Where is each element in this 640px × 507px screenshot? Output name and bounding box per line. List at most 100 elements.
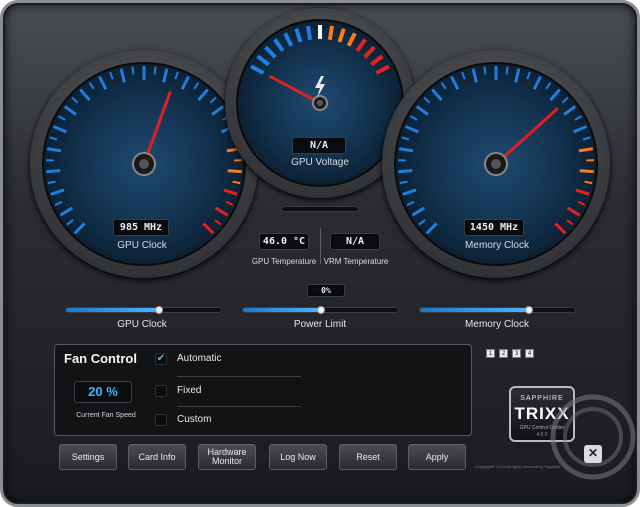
gauge-tick bbox=[46, 147, 62, 153]
gauge-tick bbox=[415, 105, 429, 116]
gauge-tick bbox=[398, 169, 413, 174]
gauge-tick bbox=[327, 25, 334, 41]
gauge-tick bbox=[131, 66, 135, 75]
gpu-temperature-label: GPU Temperature bbox=[251, 257, 317, 266]
gauge-tick bbox=[461, 71, 466, 80]
gauge-tick bbox=[579, 169, 594, 174]
gauge-tick bbox=[153, 66, 157, 75]
gpu-voltage-label: GPU Voltage bbox=[291, 157, 349, 168]
gpu-clock-slider[interactable] bbox=[65, 306, 222, 314]
fan-option-fixed[interactable]: Fixed bbox=[155, 383, 305, 401]
gauge-tick bbox=[399, 180, 408, 185]
gauge-tick bbox=[398, 147, 414, 153]
gauge-tick bbox=[577, 200, 586, 206]
close-button[interactable]: ✕ bbox=[584, 445, 602, 463]
gauge-tick bbox=[561, 96, 569, 104]
gauge-tick bbox=[98, 76, 108, 90]
gauge-tick bbox=[54, 200, 63, 206]
hardware-monitor-button[interactable]: Hardware Monitor bbox=[198, 444, 256, 470]
gauge-tick bbox=[337, 28, 346, 43]
gauge-tick bbox=[119, 68, 126, 83]
gauge-tick bbox=[355, 38, 367, 53]
gauge-tick bbox=[483, 66, 487, 75]
gpu-clock-slider-thumb[interactable] bbox=[155, 306, 163, 314]
gauge-tick bbox=[47, 180, 56, 185]
fan-option-divider bbox=[177, 406, 301, 407]
gauge-tick bbox=[294, 28, 303, 43]
gauge-tick bbox=[180, 76, 190, 90]
gauge-tick bbox=[418, 219, 426, 226]
power-limit-slider-fill bbox=[243, 308, 321, 312]
apply-button[interactable]: Apply bbox=[408, 444, 466, 470]
automatic-checkbox[interactable]: ✔ bbox=[155, 353, 167, 365]
gauge-tick bbox=[250, 64, 265, 75]
gauge-tick bbox=[71, 96, 79, 104]
gauge-tick bbox=[214, 206, 229, 217]
gauge-tick bbox=[574, 115, 582, 121]
gauge-tick bbox=[582, 136, 591, 141]
gauge-tick bbox=[563, 105, 577, 116]
gauge-tick bbox=[566, 219, 574, 226]
gauge-tick bbox=[49, 136, 58, 141]
reset-button[interactable]: Reset bbox=[339, 444, 397, 470]
gauge-tick bbox=[193, 81, 200, 90]
power-limit-readout: 0% bbox=[307, 284, 345, 297]
memory-clock-slider[interactable] bbox=[419, 306, 576, 314]
gpu-clock-readout: 985 MHz bbox=[113, 219, 169, 236]
vrm-temperature-label: VRM Temperature bbox=[323, 257, 389, 266]
hardware-monitor-label-line2: Monitor bbox=[211, 456, 242, 466]
gpu-temperature-readout: 46.0 °C bbox=[259, 233, 309, 250]
gauge-tick bbox=[402, 188, 417, 196]
gauge-tick bbox=[174, 71, 179, 80]
gauge-tick bbox=[554, 222, 567, 235]
fan-control-panel: Fan Control 20 % Current Fan Speed ✔ Aut… bbox=[54, 344, 472, 436]
power-limit-slider-label: Power Limit bbox=[293, 319, 347, 330]
vrm-temperature-readout: N/A bbox=[330, 233, 380, 250]
gauge-tick bbox=[109, 71, 114, 80]
gauge-tick bbox=[423, 96, 431, 104]
profile-1-button[interactable]: 1 bbox=[486, 349, 495, 358]
gpu-clock-gauge-label: GPU Clock bbox=[117, 240, 167, 251]
gauge-tick bbox=[411, 206, 426, 217]
memory-clock-gauge-label: Memory Clock bbox=[465, 240, 529, 251]
power-limit-slider[interactable] bbox=[242, 306, 399, 314]
gauge-tick bbox=[346, 32, 357, 47]
gauge-tick bbox=[211, 105, 225, 116]
fan-option-automatic[interactable]: ✔ Automatic bbox=[155, 351, 305, 369]
profile-selector: 1 2 3 4 bbox=[486, 349, 534, 359]
fan-option-custom[interactable]: Custom bbox=[155, 412, 305, 430]
fixed-checkbox[interactable] bbox=[155, 385, 167, 397]
gauge-tick bbox=[573, 125, 588, 134]
gauge-tick bbox=[410, 115, 418, 121]
gauge-tick bbox=[59, 206, 74, 217]
log-now-button[interactable]: Log Now bbox=[269, 444, 327, 470]
fan-option-divider bbox=[177, 376, 301, 377]
gauge-tick bbox=[578, 147, 594, 153]
profile-3-button[interactable]: 3 bbox=[512, 349, 521, 358]
gauge-tick bbox=[197, 88, 209, 102]
power-limit-slider-thumb[interactable] bbox=[316, 306, 325, 314]
memory-clock-slider-label: Memory Clock bbox=[465, 319, 529, 330]
gauge-tick bbox=[283, 32, 294, 47]
card-info-button[interactable]: Card Info bbox=[128, 444, 186, 470]
gauge-tick bbox=[46, 169, 61, 174]
watermark-logo bbox=[550, 394, 636, 480]
gauge-tick bbox=[425, 222, 438, 235]
gauge-tick bbox=[514, 68, 521, 83]
gauge-tick bbox=[505, 66, 509, 75]
gauge-tick bbox=[431, 88, 443, 102]
gauge-tick bbox=[264, 45, 277, 59]
custom-checkbox[interactable] bbox=[155, 414, 167, 426]
gauge-tick bbox=[549, 88, 561, 102]
memory-clock-readout: 1450 MHz bbox=[464, 219, 524, 236]
fan-speed-readout: 20 % bbox=[74, 381, 132, 403]
copyright-text: Copyright© 2013 All rights reserved by S… bbox=[475, 464, 561, 469]
gauge-tick bbox=[363, 45, 376, 59]
profile-2-button[interactable]: 2 bbox=[499, 349, 508, 358]
gauge-tick bbox=[202, 222, 215, 235]
gpu-voltage-readout: N/A bbox=[292, 137, 346, 154]
settings-button[interactable]: Settings bbox=[59, 444, 117, 470]
profile-4-button[interactable]: 4 bbox=[525, 349, 534, 358]
gauge-tick bbox=[471, 68, 478, 83]
memory-clock-slider-thumb[interactable] bbox=[524, 306, 533, 314]
